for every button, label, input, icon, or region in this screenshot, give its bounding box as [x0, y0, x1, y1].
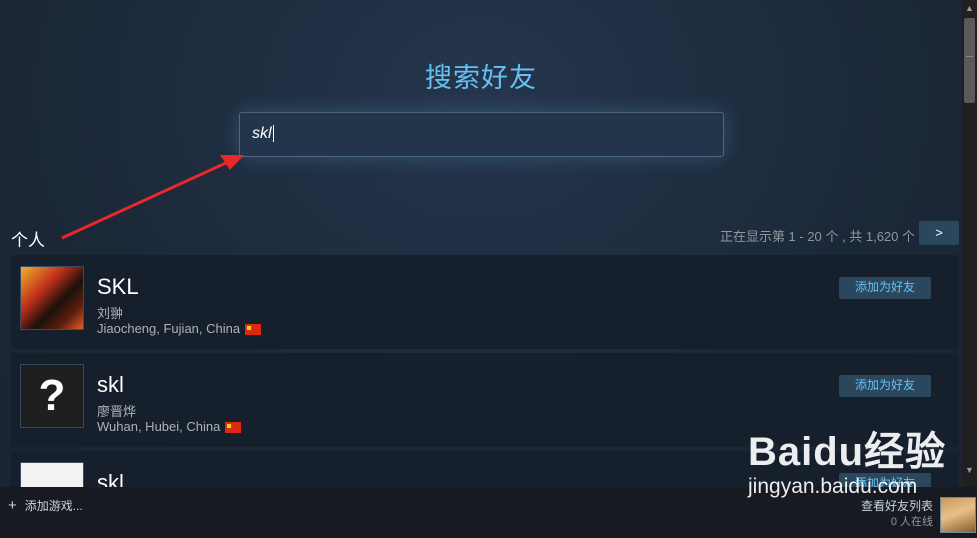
scroll-down-icon[interactable]: ▼: [962, 462, 977, 478]
online-count: 0 人在线: [890, 516, 933, 528]
add-game-label: 添加游戏...: [24, 499, 83, 513]
annotation-arrow: [61, 155, 244, 240]
grip-icon: [966, 56, 973, 57]
bottom-bar: + 添加游戏... 查看好友列表 0 人在线: [0, 487, 977, 538]
vertical-scrollbar[interactable]: ▲ ▼: [962, 0, 977, 487]
scroll-up-icon[interactable]: ▲: [962, 0, 977, 16]
friends-list-button[interactable]: 查看好友列表: [861, 497, 933, 514]
scroll-thumb[interactable]: [964, 18, 975, 103]
search-friends-page: 搜索好友 skl 个人 正在显示第 1 - 20 个 , 共 1,620 个 >…: [0, 0, 962, 487]
add-game-button[interactable]: + 添加游戏...: [8, 497, 83, 514]
user-avatar[interactable]: [940, 497, 976, 533]
plus-icon: +: [8, 497, 17, 514]
